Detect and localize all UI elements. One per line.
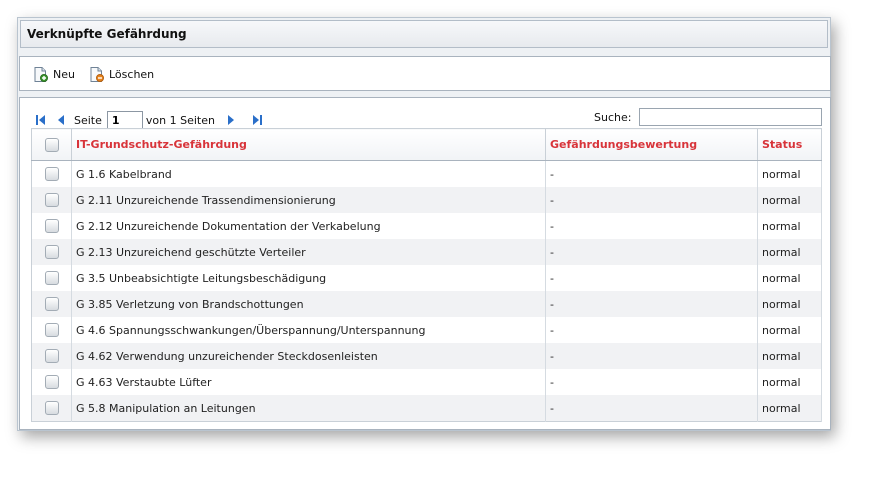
rating-cell: - (545, 239, 758, 265)
threat-name-cell: G 5.8 Manipulation an Leitungen (71, 395, 546, 422)
rating-cell: - (545, 317, 758, 343)
rating-cell: - (545, 160, 758, 187)
rating-cell: - (545, 265, 758, 291)
page-label: Seite (74, 113, 102, 127)
status-cell: normal (757, 213, 822, 239)
column-header-rating[interactable]: Gefährdungsbewertung (545, 128, 758, 161)
threat-name-cell: G 2.13 Unzureichend geschützte Verteiler (71, 239, 546, 265)
row-select-cell (31, 369, 72, 395)
column-header-threat[interactable]: IT-Grundschutz-Gefährdung (71, 128, 546, 161)
row-checkbox[interactable] (44, 323, 59, 337)
row-select-cell (31, 343, 72, 369)
next-page-icon[interactable] (224, 113, 238, 127)
threat-name-cell: G 4.63 Verstaubte Lüfter (71, 369, 546, 395)
previous-page-icon[interactable] (54, 113, 68, 127)
pager: Seite von 1 Seiten (34, 110, 270, 130)
row-checkbox[interactable] (44, 167, 59, 181)
table-header-row: IT-Grundschutz-Gefährdung Gefährdungsbew… (31, 128, 822, 161)
status-cell: normal (757, 317, 822, 343)
threat-table: IT-Grundschutz-Gefährdung Gefährdungsbew… (31, 128, 822, 422)
rating-cell: - (545, 213, 758, 239)
status-cell: normal (757, 239, 822, 265)
document-delete-icon (90, 66, 104, 82)
status-cell: normal (757, 265, 822, 291)
search-label: Suche: (594, 110, 632, 124)
status-cell: normal (757, 160, 822, 187)
threat-name-cell: G 3.5 Unbeabsichtigte Leitungsbeschädigu… (71, 265, 546, 291)
column-header-status[interactable]: Status (757, 128, 822, 161)
row-select-cell (31, 291, 72, 317)
first-page-icon[interactable] (34, 113, 48, 127)
page-count-label: von 1 Seiten (145, 113, 215, 127)
status-cell: normal (757, 343, 822, 369)
row-checkbox[interactable] (44, 271, 59, 285)
select-all-header (31, 128, 72, 161)
search-input[interactable] (639, 108, 823, 126)
delete-button-label: Löschen (109, 67, 155, 81)
rating-cell: - (545, 395, 758, 422)
status-cell: normal (757, 187, 822, 213)
threat-name-cell: G 3.85 Verletzung von Brandschottungen (71, 291, 546, 317)
table-row[interactable]: G 1.6 Kabelbrand - normal (31, 160, 822, 187)
row-checkbox[interactable] (44, 349, 59, 363)
row-select-cell (31, 239, 72, 265)
table-row[interactable]: G 4.6 Spannungsschwankungen/Überspannung… (31, 317, 822, 343)
rating-cell: - (545, 369, 758, 395)
status-cell: normal (757, 369, 822, 395)
table-row[interactable]: G 4.62 Verwendung unzureichender Steckdo… (31, 343, 822, 369)
row-checkbox[interactable] (44, 193, 59, 207)
rating-cell: - (545, 187, 758, 213)
document-add-icon (34, 66, 48, 82)
row-checkbox[interactable] (44, 375, 59, 389)
threat-name-cell: G 2.11 Unzureichende Trassendimensionier… (71, 187, 546, 213)
new-button[interactable]: Neu (34, 65, 75, 83)
threat-name-cell: G 4.62 Verwendung unzureichender Steckdo… (71, 343, 546, 369)
threat-name-cell: G 2.12 Unzureichende Dokumentation der V… (71, 213, 546, 239)
rating-cell: - (545, 291, 758, 317)
table-row[interactable]: G 5.8 Manipulation an Leitungen - normal (31, 395, 822, 422)
status-cell: normal (757, 395, 822, 422)
threat-name-cell: G 1.6 Kabelbrand (71, 160, 546, 187)
status-cell: normal (757, 291, 822, 317)
row-checkbox[interactable] (44, 401, 59, 415)
row-select-cell (31, 265, 72, 291)
table-row[interactable]: G 2.12 Unzureichende Dokumentation der V… (31, 213, 822, 239)
page-number-input[interactable] (106, 111, 143, 129)
table-row[interactable]: G 2.13 Unzureichend geschützte Verteiler… (31, 239, 822, 265)
delete-button[interactable]: Löschen (90, 65, 154, 83)
threat-list-panel: Seite von 1 Seiten Suche: (19, 97, 831, 430)
table-row[interactable]: G 3.85 Verletzung von Brandschottungen -… (31, 291, 822, 317)
row-select-cell (31, 187, 72, 213)
search-box: Suche: (594, 108, 823, 126)
table-row[interactable]: G 2.11 Unzureichende Trassendimensionier… (31, 187, 822, 213)
row-checkbox[interactable] (44, 297, 59, 311)
window-title: Verknüpfte Gefährdung (20, 20, 828, 48)
last-page-icon[interactable] (250, 113, 264, 127)
toolbar: Neu Löschen (19, 56, 831, 91)
threat-name-cell: G 4.6 Spannungsschwankungen/Überspannung… (71, 317, 546, 343)
rating-cell: - (545, 343, 758, 369)
row-checkbox[interactable] (44, 245, 59, 259)
table-row[interactable]: G 4.63 Verstaubte Lüfter - normal (31, 369, 822, 395)
row-select-cell (31, 317, 72, 343)
linked-threats-window: Verknüpfte Gefährdung Neu Löschen Seite … (17, 17, 831, 431)
row-select-cell (31, 213, 72, 239)
row-checkbox[interactable] (44, 219, 59, 233)
table-row[interactable]: G 3.5 Unbeabsichtigte Leitungsbeschädigu… (31, 265, 822, 291)
row-select-cell (31, 160, 72, 187)
row-select-cell (31, 395, 72, 422)
new-button-label: Neu (53, 67, 75, 81)
select-all-checkbox[interactable] (44, 137, 59, 152)
